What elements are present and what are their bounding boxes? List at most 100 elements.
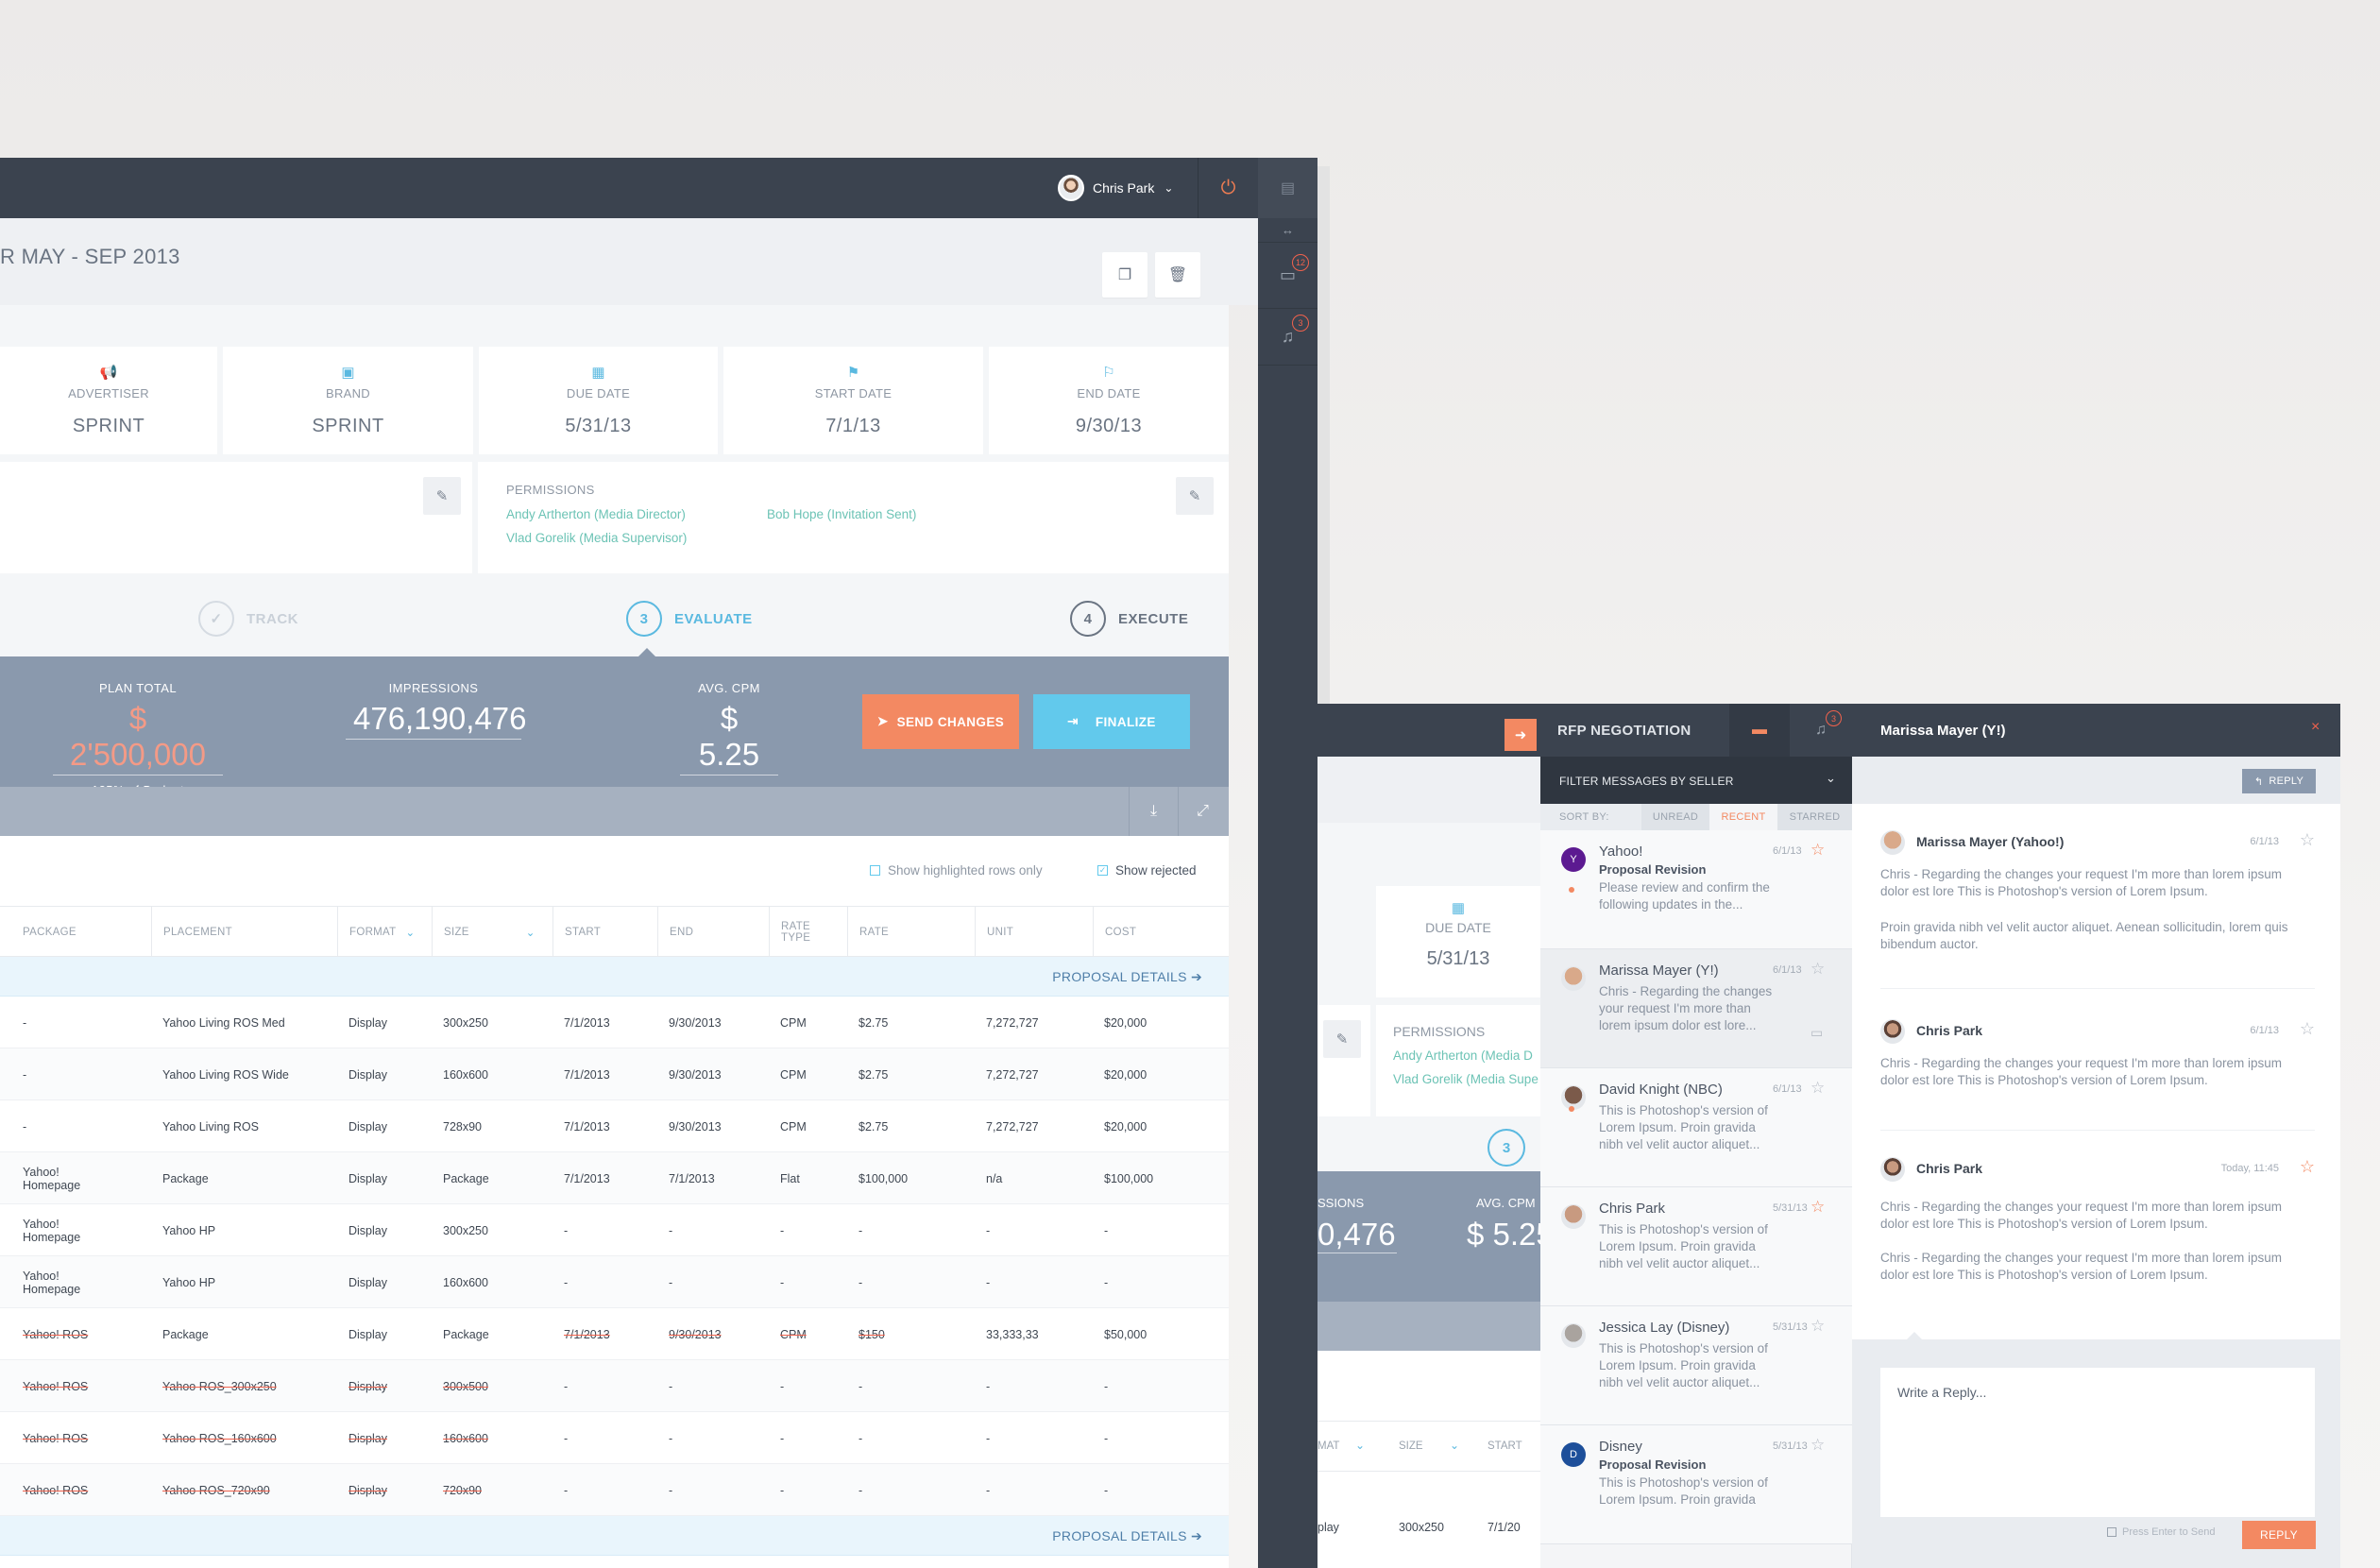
delete-button[interactable]: 🗑 — [1155, 252, 1200, 298]
cpm-value[interactable]: $ 5.25 — [680, 695, 778, 775]
star-icon[interactable]: ☆ — [1810, 1198, 1825, 1217]
table-row[interactable]: - Yahoo Living ROS Display 728x90 7/1/2013 9/… — [0, 1100, 1229, 1152]
copy-button[interactable]: ❐ — [1102, 252, 1148, 298]
press-enter-toggle[interactable]: Press Enter to Send — [2107, 1526, 2215, 1538]
messages-badge: 12 — [1292, 254, 1309, 271]
cell: Yahoo Living ROS — [151, 1100, 337, 1152]
impressions-value[interactable]: 476,190,476 — [346, 695, 527, 740]
step-execute[interactable]: 4 EXECUTE — [1070, 601, 1188, 637]
message-item[interactable]: Y Yahoo! Proposal Revision Please review an… — [1540, 830, 1852, 949]
proposal-details-row[interactable]: PROPOSAL DETAILS ➔ — [0, 957, 1229, 997]
close-icon[interactable]: × — [2311, 719, 2320, 736]
cell: Yahoo ROS_300x250 — [151, 1360, 337, 1412]
edit-details-button[interactable]: ✎ — [423, 477, 461, 515]
messages-tab[interactable]: ▬ — [1729, 704, 1790, 757]
finalize-button[interactable]: ⇥ FINALIZE — [1033, 694, 1190, 749]
table-row[interactable]: Yahoo! ROS Yahoo ROS_720x90 Display 720x90 -… — [0, 1464, 1229, 1516]
col-end[interactable]: END — [657, 907, 769, 958]
table-row[interactable]: Yahoo! Homepage Package Display Package 7/1/… — [0, 1152, 1229, 1204]
col-unit[interactable]: UNIT — [975, 907, 1093, 958]
plan-total-value[interactable]: $ 2'500,000 — [53, 695, 223, 775]
star-icon[interactable]: ☆ — [1810, 1079, 1825, 1098]
permission-person[interactable]: Andy Artherton (Media Director) — [506, 507, 686, 521]
col-package[interactable]: PACKAGE — [0, 907, 151, 958]
cell: Yahoo ROS_160x600 — [151, 1412, 337, 1464]
col-size[interactable]: SIZE ⌄ — [432, 907, 552, 958]
sort-recent-tab[interactable]: RECENT — [1709, 804, 1777, 830]
table-row[interactable]: play 300x250 7/1/20 — [1318, 1502, 1540, 1554]
user-menu[interactable]: Chris Park ⌄ — [1058, 175, 1173, 201]
star-icon[interactable]: ☆ — [1810, 1317, 1825, 1336]
messages-rail-button[interactable]: ▭ 12 — [1258, 243, 1318, 309]
message-item[interactable]: Jessica Lay (Disney) This is Photoshop's … — [1540, 1306, 1852, 1425]
sort-starred-tab[interactable]: STARRED — [1777, 804, 1852, 830]
col-placement[interactable]: PLACEMENT — [151, 907, 337, 958]
cell: 300x500 — [432, 1360, 552, 1412]
col-start[interactable]: START — [1488, 1440, 1522, 1452]
step-track[interactable]: ✓ TRACK — [198, 601, 298, 637]
filter-by-seller-dropdown[interactable]: FILTER MESSAGES BY SELLER ⌄ — [1540, 757, 1852, 804]
messages-list-panel: RFP NEGOTIATION ▬ ♫ 3 FILTER MESSAGES BY… — [1540, 704, 1852, 1568]
step-evaluate[interactable]: 3 EVALUATE — [626, 601, 753, 637]
table-row[interactable]: Yahoo! ROS Yahoo ROS_300x250 Display 300x50… — [0, 1360, 1229, 1412]
sort-unread-tab[interactable]: UNREAD — [1641, 804, 1709, 830]
power-button[interactable]: ⏻ — [1198, 158, 1258, 218]
star-icon[interactable]: ☆ — [1810, 1436, 1825, 1455]
sender-name: Marissa Mayer (Y!) — [1599, 963, 1719, 979]
show-rejected-toggle[interactable]: ✓ Show rejected — [1097, 863, 1197, 878]
cell: - — [975, 1204, 1093, 1256]
notifications-rail-button[interactable]: ♫ 3 — [1258, 309, 1318, 366]
message-item[interactable]: Marissa Mayer (Y!) Chris - Regarding the … — [1540, 949, 1852, 1068]
message-item[interactable]: David Knight (NBC) This is Photoshop's ve… — [1540, 1068, 1852, 1187]
col-format[interactable]: MAT — [1318, 1440, 1339, 1452]
send-reply-button[interactable]: REPLY — [2242, 1521, 2316, 1549]
col-cost[interactable]: COST — [1093, 907, 1229, 958]
reply-icon[interactable]: ▭ — [1810, 1025, 1823, 1041]
permission-person[interactable]: Vlad Gorelik (Media Supervisor) — [506, 531, 687, 545]
impressions-value[interactable]: 0,476 — [1318, 1217, 1397, 1253]
edit-details-button[interactable]: ✎ — [1323, 1020, 1361, 1058]
download-button[interactable]: ⤓ — [1129, 787, 1178, 836]
send-changes-button[interactable]: ➤ SEND CHANGES — [862, 694, 1019, 749]
col-format[interactable]: FORMAT ⌄ — [337, 907, 432, 958]
table-row[interactable]: - Yahoo Living ROS Med Display 300x250 7/1/2… — [0, 997, 1229, 1048]
col-start[interactable]: START — [552, 907, 657, 958]
reply-button[interactable]: ↰ REPLY — [2242, 769, 2316, 793]
message-item[interactable]: D Disney Proposal Revision This is Photosho… — [1540, 1425, 1852, 1544]
filter-label: FILTER MESSAGES BY SELLER — [1559, 775, 1734, 788]
col-rate-type[interactable]: RATE TYPE — [769, 907, 825, 958]
table-row[interactable]: Yahoo! Homepage Yahoo HP Display 160x600 - - -… — [0, 1256, 1229, 1308]
cell: 7,272,727 — [975, 997, 1093, 1048]
permission-person[interactable]: Bob Hope (Invitation Sent) — [767, 507, 916, 521]
edit-permissions-button[interactable]: ✎ — [1176, 477, 1214, 515]
star-icon[interactable]: ☆ — [2300, 1157, 2315, 1177]
star-icon[interactable]: ☆ — [1810, 841, 1825, 860]
table-row[interactable]: - Yahoo Living ROS Wide Display 160x600 7/1/… — [0, 1048, 1229, 1100]
col-rate[interactable]: RATE — [847, 907, 975, 958]
star-icon[interactable]: ☆ — [2300, 1019, 2315, 1039]
table-row[interactable]: Yahoo! ROS Yahoo ROS_160x600 Display 160x60… — [0, 1412, 1229, 1464]
message-item[interactable]: Chris Park This is Photoshop's version of… — [1540, 1187, 1852, 1306]
cpm-value[interactable]: $ 5.25 — [1467, 1217, 1540, 1253]
table-row[interactable]: Yahoo! Homepage Yahoo HP Display 300x250 - - -… — [0, 1204, 1229, 1256]
table-row[interactable]: Yahoo! ROS Package Display Package 7/1/2013 9… — [0, 1308, 1229, 1360]
collapse-button[interactable]: ➜ — [1504, 719, 1537, 751]
reply-input[interactable]: Write a Reply... — [1880, 1368, 2315, 1517]
proposal-details-link[interactable]: PROPOSAL DETAILS ➔ — [1052, 969, 1202, 985]
cell: Package — [432, 1152, 552, 1204]
proposal-details-row[interactable]: PROPOSAL DETAILS ➔ — [0, 1516, 1229, 1556]
permission-person[interactable]: Vlad Gorelik (Media Supe — [1393, 1072, 1538, 1086]
chat-toggle-button[interactable]: ▤ — [1258, 158, 1318, 218]
star-icon[interactable]: ☆ — [1810, 960, 1825, 979]
cell-text: - — [564, 1431, 569, 1445]
notifications-tab[interactable]: ♫ 3 — [1790, 704, 1852, 757]
col-size[interactable]: SIZE — [1399, 1440, 1423, 1452]
star-icon[interactable]: ☆ — [2300, 830, 2315, 850]
proposal-details-link[interactable]: PROPOSAL DETAILS ➔ — [1052, 1528, 1202, 1544]
highlighted-rows-toggle[interactable]: Show highlighted rows only — [870, 863, 1043, 878]
expand-button[interactable]: ⤢ — [1178, 787, 1227, 836]
permission-person[interactable]: Andy Artherton (Media D — [1393, 1048, 1533, 1063]
step-number[interactable]: 3 — [1488, 1129, 1525, 1167]
expand-arrows-icon[interactable]: ↔ — [1258, 218, 1318, 243]
top-bar: Chris Park ⌄ ⏻ ▤ — [0, 158, 1318, 218]
